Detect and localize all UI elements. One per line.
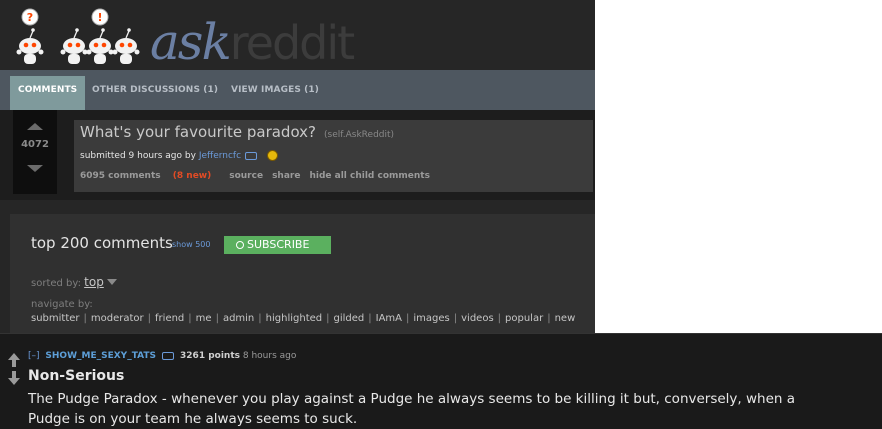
wordmark-ask: ask <box>150 13 232 71</box>
navigate-link-images[interactable]: images <box>413 313 449 324</box>
post-domain[interactable]: (self.AskReddit) <box>324 130 394 140</box>
comments-link[interactable]: 6095 comments (8 new) <box>80 171 220 181</box>
navigate-by: navigate by: submitter | moderator | friend |… <box>31 298 576 326</box>
comment-author[interactable]: SHOW_ME_SEXY_TATS <box>45 351 156 361</box>
wordmark-reddit: reddit <box>229 16 355 70</box>
post-title[interactable]: What's your favourite paradox? <box>80 123 316 141</box>
snoo-aliens-logo[interactable]: ?! <box>12 0 157 70</box>
navigate-link-iama[interactable]: IAmA <box>376 313 402 324</box>
gold-award-icon <box>267 150 279 161</box>
show-500-link[interactable]: show 500 <box>172 240 211 249</box>
comment-points: 3261 points <box>180 351 240 361</box>
navigate-link-videos[interactable]: videos <box>461 313 494 324</box>
sort-menu: sorted by: top <box>31 275 117 289</box>
comment-upvote-icon[interactable] <box>8 353 20 367</box>
post-buttons: 6095 comments (8 new) source share hide all… <box>80 171 439 181</box>
post-vote-box: 4072 <box>13 110 57 194</box>
nav-separator: | <box>188 313 192 324</box>
tab-view-images[interactable]: VIEW IMAGES (1) <box>231 76 319 110</box>
post-score: 4072 <box>21 139 49 150</box>
nav-separator: | <box>147 313 152 324</box>
post-entry: What's your favourite paradox? (self.AskR… <box>74 120 593 192</box>
downvote-arrow-icon[interactable] <box>27 165 43 172</box>
comment-time: 8 hours ago <box>242 351 297 361</box>
navigate-link-friend[interactable]: friend <box>155 313 184 324</box>
hide-child-comments-link[interactable]: hide all child comments <box>309 171 429 181</box>
navigate-link-gilded[interactable]: gilded <box>334 313 365 324</box>
svg-text:?: ? <box>27 11 33 24</box>
comment-area-panel: top 200 comments show 500 SUBSCRIBE sort… <box>10 214 595 333</box>
header: ?! askreddit <box>0 0 595 72</box>
subscribe-label: SUBSCRIBE <box>247 238 310 251</box>
comment-downvote-icon[interactable] <box>8 371 20 385</box>
sort-dropdown[interactable]: top <box>84 275 104 289</box>
navigate-link-popular[interactable]: popular <box>505 313 543 324</box>
nav-separator: | <box>547 313 551 324</box>
sorted-by-label: sorted by: <box>31 278 81 289</box>
collapse-toggle[interactable]: [–] <box>28 351 40 361</box>
message-author-icon[interactable] <box>245 151 258 160</box>
comment-body: The Pudge Paradox - whenever you play ag… <box>28 391 796 427</box>
navigate-label: navigate by: <box>31 299 93 310</box>
post-tagline: submitted 9 hours ago by Jefferncfc <box>80 150 279 161</box>
comment-title: Non-Serious <box>28 368 125 384</box>
message-user-icon[interactable] <box>162 351 175 360</box>
speech-bubble-icon: ? <box>21 8 39 26</box>
snoo-alien-icon <box>112 28 140 64</box>
nav-separator: | <box>368 313 372 324</box>
nav-separator: | <box>215 313 219 324</box>
source-link[interactable]: source <box>229 171 263 181</box>
navigate-link-me[interactable]: me <box>196 313 212 324</box>
tab-other-discussions[interactable]: OTHER DISCUSSIONS (1) <box>92 76 218 110</box>
nav-separator: | <box>258 313 262 324</box>
comments-heading: top 200 comments <box>31 234 173 252</box>
tab-comments[interactable]: COMMENTS <box>10 76 86 110</box>
tab-bar: COMMENTS OTHER DISCUSSIONS (1) VIEW IMAG… <box>0 70 595 110</box>
snoo-alien-icon <box>16 28 44 64</box>
subscribe-button[interactable]: SUBSCRIBE <box>224 236 331 254</box>
comment-header: [–] SHOW_ME_SEXY_TATS 3261 points 8 hours… <box>28 351 296 361</box>
sound-icon <box>236 241 244 249</box>
chevron-down-icon[interactable] <box>106 279 117 285</box>
snoo-alien-icon <box>86 28 114 64</box>
navigate-link-admin[interactable]: admin <box>223 313 254 324</box>
subreddit-wordmark[interactable]: askreddit <box>150 12 355 72</box>
nav-separator: | <box>326 313 330 324</box>
upvote-arrow-icon[interactable] <box>27 123 43 130</box>
navigate-link-highlighted[interactable]: highlighted <box>266 313 322 324</box>
navigate-links: submitter | moderator | friend | me | admin | high… <box>31 313 575 324</box>
post-row: 4072 What's your favourite paradox? (self… <box>0 110 595 200</box>
tagline-prefix: submitted 9 hours ago by <box>80 151 196 161</box>
reddit-frame: ?! askreddit COMMENTS OTHER DISCUSSIONS … <box>0 0 595 333</box>
speech-bubble-icon: ! <box>91 8 109 26</box>
share-link[interactable]: share <box>272 171 300 181</box>
nav-separator: | <box>406 313 410 324</box>
nav-separator: | <box>453 313 458 324</box>
post-author[interactable]: Jefferncfc <box>199 151 241 161</box>
navigate-link-moderator[interactable]: moderator <box>91 313 144 324</box>
nav-separator: | <box>83 313 87 324</box>
nav-separator: | <box>497 313 502 324</box>
svg-text:!: ! <box>97 11 102 24</box>
navigate-link-new[interactable]: new <box>555 313 576 324</box>
comment: [–] SHOW_ME_SEXY_TATS 3261 points 8 hours… <box>0 333 882 429</box>
navigate-link-submitter[interactable]: submitter <box>31 313 80 324</box>
snoo-alien-icon <box>60 28 88 64</box>
